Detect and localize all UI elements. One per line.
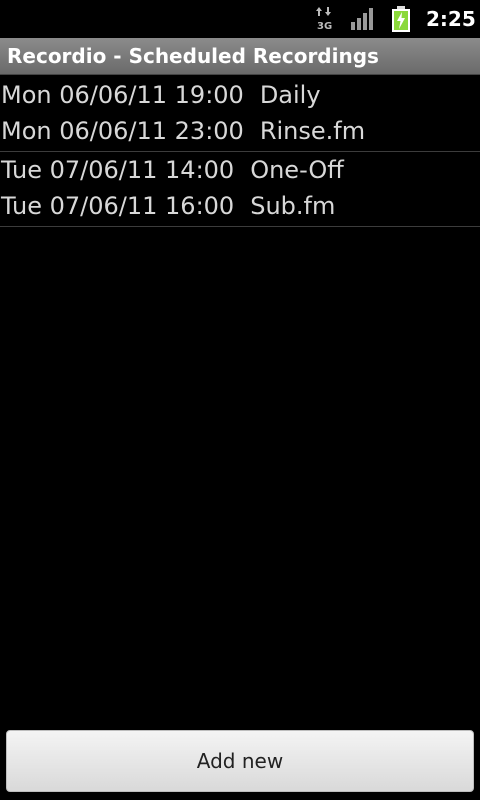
recording-group[interactable]: Tue 07/06/11 14:00 One-Off Tue 07/06/11 1…	[0, 152, 480, 227]
recordings-list: Mon 06/06/11 19:00 Daily Mon 06/06/11 23:…	[0, 77, 480, 227]
recording-name: Daily	[259, 81, 321, 109]
recording-name: One-Off	[250, 156, 344, 184]
recording-datetime: Tue 07/06/11 14:00	[1, 156, 235, 184]
recording-group[interactable]: Mon 06/06/11 19:00 Daily Mon 06/06/11 23:…	[0, 77, 480, 152]
recording-name: Rinse.fm	[259, 117, 366, 145]
list-item[interactable]: Tue 07/06/11 14:00 One-Off	[0, 152, 480, 188]
network-label: 3G	[317, 21, 332, 32]
list-item[interactable]: Mon 06/06/11 19:00 Daily	[0, 77, 480, 113]
battery-charging-icon	[392, 6, 410, 32]
status-bar: 3G 2:25	[0, 0, 480, 38]
app-title-bar: Recordio - Scheduled Recordings	[0, 38, 480, 75]
list-item[interactable]: Tue 07/06/11 16:00 Sub.fm	[0, 188, 480, 224]
status-clock: 2:25	[426, 7, 476, 31]
add-new-button[interactable]: Add new	[6, 730, 474, 792]
list-item[interactable]: Mon 06/06/11 23:00 Rinse.fm	[0, 113, 480, 149]
network-3g-icon: 3G	[316, 7, 332, 32]
signal-strength-icon	[351, 8, 373, 30]
recording-datetime: Tue 07/06/11 16:00	[1, 192, 235, 220]
recording-datetime: Mon 06/06/11 19:00	[1, 81, 244, 109]
page-title: Recordio - Scheduled Recordings	[7, 44, 379, 68]
recording-datetime: Mon 06/06/11 23:00	[1, 117, 244, 145]
recording-name: Sub.fm	[250, 192, 336, 220]
